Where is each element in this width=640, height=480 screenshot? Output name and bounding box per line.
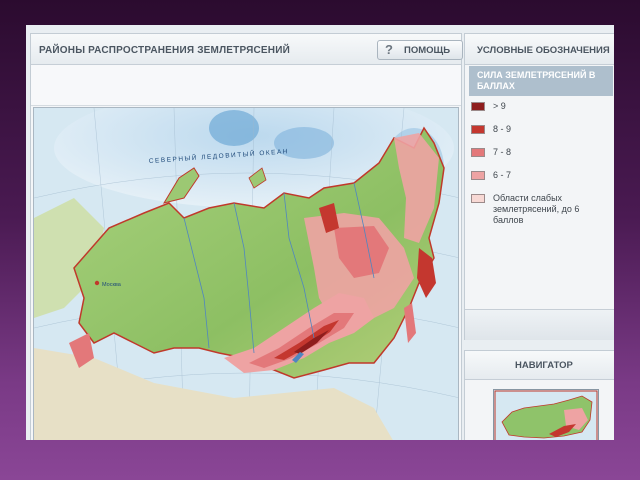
legend-swatch: [471, 102, 485, 111]
legend-swatch: [471, 125, 485, 134]
map-panel-header: РАЙОНЫ РАСПРОСТРАНЕНИЯ ЗЕМЛЕТРЯСЕНИЙ ? П…: [31, 34, 463, 65]
deep-water-1: [209, 110, 259, 146]
earthquake-map[interactable]: Москва СЕВЕРНЫЙ ЛЕДОВИТЫЙ ОКЕАН: [33, 107, 459, 440]
help-button[interactable]: ? ПОМОЩЬ: [377, 40, 463, 60]
app-frame: РАЙОНЫ РАСПРОСТРАНЕНИЯ ЗЕМЛЕТРЯСЕНИЙ ? П…: [26, 25, 614, 440]
navigator-header: НАВИГАТОР: [465, 351, 614, 380]
legend-label: 6 - 7: [493, 170, 512, 180]
legend-swatch: [471, 194, 485, 203]
navigator-panel: НАВИГАТОР: [464, 350, 614, 440]
question-icon: ?: [385, 42, 393, 57]
navigator-map-svg: [494, 390, 598, 440]
legend-label: 7 - 8: [493, 147, 512, 157]
legend-header: УСЛОВНЫЕ ОБОЗНАЧЕНИЯ: [465, 34, 614, 65]
legend-panel: УСЛОВНЫЕ ОБОЗНАЧЕНИЯ СИЛА ЗЕМЛЕТРЯСЕНИЙ …: [464, 33, 614, 340]
map-svg: Москва СЕВЕРНЫЙ ЛЕДОВИТЫЙ ОКЕАН: [34, 108, 458, 440]
moscow-marker: [94, 280, 100, 286]
map-panel: РАЙОНЫ РАСПРОСТРАНЕНИЯ ЗЕМЛЕТРЯСЕНИЙ ? П…: [30, 33, 463, 440]
help-label: ПОМОЩЬ: [404, 45, 451, 56]
legend-footer: [465, 309, 614, 340]
legend-label: > 9: [493, 101, 506, 111]
legend-subtitle-bar: СИЛА ЗЕМЛЕТРЯСЕНИЙ В БАЛЛАХ: [469, 66, 613, 96]
navigator-title: НАВИГАТОР: [515, 360, 573, 371]
legend-label: 8 - 9: [493, 124, 512, 134]
legend-subtitle: СИЛА ЗЕМЛЕТРЯСЕНИЙ В БАЛЛАХ: [477, 70, 596, 91]
legend-swatch: [471, 171, 485, 180]
legend-title: УСЛОВНЫЕ ОБОЗНАЧЕНИЯ: [477, 45, 610, 56]
panel-title: РАЙОНЫ РАСПРОСТРАНЕНИЯ ЗЕМЛЕТРЯСЕНИЙ: [39, 45, 290, 56]
navigator-thumbnail[interactable]: [493, 389, 599, 440]
city-label-moscow: Москва: [102, 282, 122, 288]
legend-swatch: [471, 148, 485, 157]
map-toolbar: [31, 65, 461, 106]
legend-label: Области слабых землетрясений, до 6 балло…: [493, 193, 580, 225]
